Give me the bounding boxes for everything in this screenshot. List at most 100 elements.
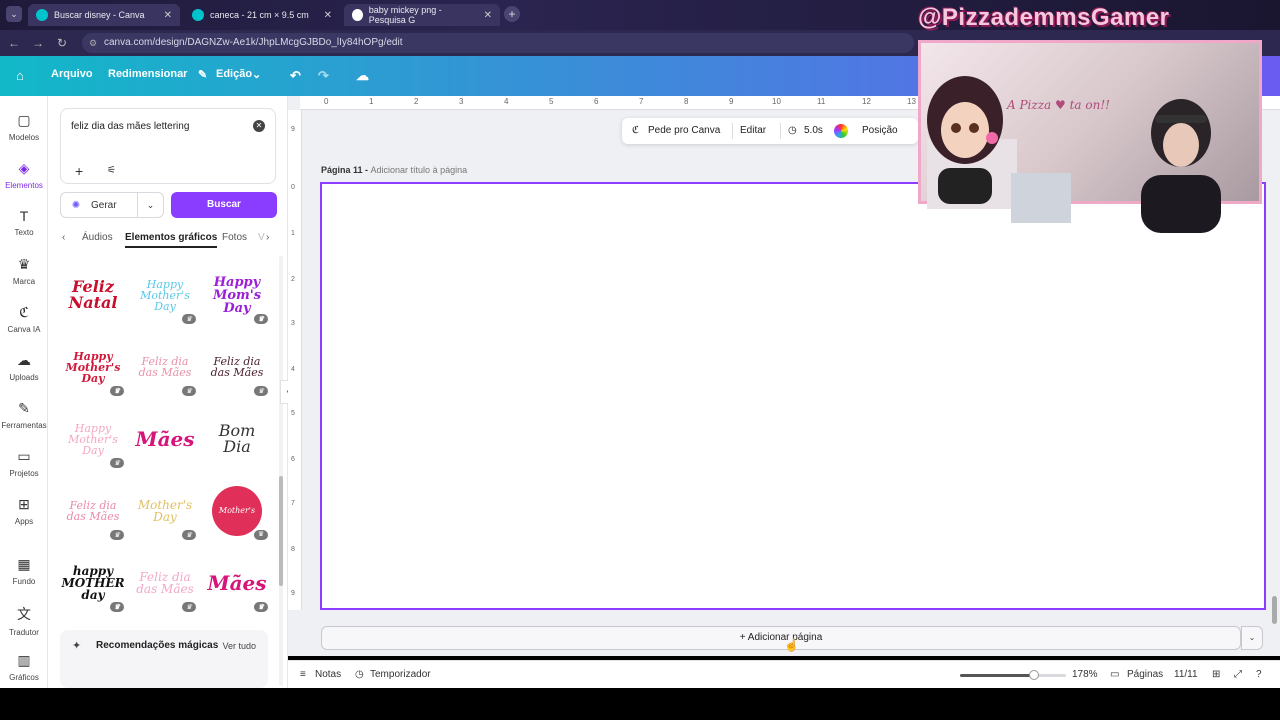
edit-mode-menu[interactable]: Edição xyxy=(216,68,252,80)
site-info-icon[interactable]: ⚙ xyxy=(89,33,97,53)
graphic-item[interactable]: Mães xyxy=(132,408,198,470)
forward-icon[interactable]: → xyxy=(28,36,48,50)
search-box[interactable]: feliz dia das mães lettering ✕ + ⚟ xyxy=(60,108,276,184)
graphic-item[interactable]: Mães ♛ xyxy=(204,552,270,614)
graphic-item[interactable]: Mother's Day ♛ xyxy=(132,480,198,542)
folder-icon: ▭ xyxy=(17,448,31,464)
rail-label: Modelos xyxy=(8,133,40,142)
back-icon[interactable]: ← xyxy=(4,36,24,50)
rail-item-texto[interactable]: T Texto xyxy=(0,208,48,237)
rail-item-ferramentas[interactable]: ✎ Ferramentas xyxy=(0,400,48,430)
add-icon[interactable]: + xyxy=(75,163,83,179)
help-icon[interactable]: ? xyxy=(1256,669,1262,680)
graphic-item[interactable]: happy MOTHER day ♛ xyxy=(60,552,126,614)
elements-icon: ◈ xyxy=(18,160,30,176)
tab-more[interactable]: V xyxy=(258,232,265,243)
graphic-item[interactable]: Mother's Day ♛ xyxy=(204,480,270,565)
chevron-down-icon[interactable]: ⌄ xyxy=(137,193,163,217)
premium-crown-icon: ♛ xyxy=(254,530,268,540)
browser-tab-google[interactable]: baby mickey png - Pesquisa G ✕ xyxy=(344,4,500,26)
design-page[interactable] xyxy=(320,182,1266,610)
search-button[interactable]: Buscar xyxy=(171,192,277,218)
notes-button[interactable]: Notas xyxy=(315,669,341,680)
scrollbar-thumb[interactable] xyxy=(279,476,283,586)
search-input[interactable]: feliz dia das mães lettering xyxy=(71,121,189,132)
graphic-item[interactable]: Feliz dia das Mães ♛ xyxy=(60,480,126,542)
chevron-down-icon[interactable]: ⌄ xyxy=(252,68,261,81)
generate-button[interactable]: ✺ Gerar ⌄ xyxy=(60,192,164,218)
duration-button[interactable]: 5.0s xyxy=(804,125,823,136)
clear-search-icon[interactable]: ✕ xyxy=(253,120,265,132)
rail-item-canva-ia[interactable]: ℭ Canva IA xyxy=(0,304,48,334)
reload-icon[interactable]: ↻ xyxy=(52,36,72,50)
resize-menu[interactable]: Redimensionar xyxy=(108,68,187,80)
graphic-item[interactable]: Happy Mother's Day ♛ xyxy=(60,336,126,398)
position-button[interactable]: Posição xyxy=(862,125,898,136)
close-tab-icon[interactable]: ✕ xyxy=(164,10,172,21)
chevron-left-icon[interactable]: ‹ xyxy=(62,232,65,243)
filter-icon[interactable]: ⚟ xyxy=(107,165,116,176)
close-tab-icon[interactable]: ✕ xyxy=(484,10,492,21)
new-tab-button[interactable]: + xyxy=(504,6,520,22)
chevron-right-icon[interactable]: › xyxy=(266,232,269,243)
premium-crown-icon: ♛ xyxy=(110,386,124,396)
premium-crown-icon: ♛ xyxy=(254,314,268,324)
graphic-item[interactable]: Bom Dia xyxy=(204,408,270,470)
page-count: 11/11 xyxy=(1174,669,1198,680)
sparkle-icon: ✦ xyxy=(72,640,82,652)
graphic-item[interactable]: Feliz Natal xyxy=(60,264,126,326)
rail-item-projetos[interactable]: ▭ Projetos xyxy=(0,448,48,478)
tab-elementos-graficos[interactable]: Elementos gráficos xyxy=(125,232,218,248)
generate-label: Gerar xyxy=(91,199,117,211)
rail-item-tradutor[interactable]: 文 Tradutor xyxy=(0,604,48,637)
graphic-item[interactable]: Feliz dia das Mães ♛ xyxy=(132,336,198,398)
edit-button[interactable]: Editar xyxy=(740,125,766,136)
timer-button[interactable]: Temporizador xyxy=(370,669,431,680)
rail-label: Projetos xyxy=(9,469,39,478)
zoom-slider-knob[interactable] xyxy=(1029,670,1040,680)
pencil-icon: ✎ xyxy=(198,69,208,81)
rail-item-apps[interactable]: ⊞ Apps xyxy=(0,496,48,526)
grid-view-icon[interactable]: ⊞ xyxy=(1212,669,1220,680)
home-icon[interactable]: ⌂ xyxy=(16,68,24,83)
add-page-button[interactable]: + Adicionar página xyxy=(321,626,1241,650)
graphic-item[interactable]: Happy Mother's Day ♛ xyxy=(132,264,198,326)
rail-item-modelos[interactable]: ▢ Modelos xyxy=(0,112,48,142)
scrollbar-thumb[interactable] xyxy=(1272,596,1277,624)
rail-item-graficos[interactable]: ▥ Gráficos xyxy=(0,652,48,682)
ask-canva-button[interactable]: Pede pro Canva xyxy=(648,125,720,136)
zoom-level[interactable]: 178% xyxy=(1072,669,1098,680)
panel-scrollbar[interactable] xyxy=(279,256,283,686)
background-icon: ▦ xyxy=(17,556,31,572)
zoom-slider[interactable] xyxy=(960,670,1066,680)
see-all-link[interactable]: Ver tudo xyxy=(222,641,256,651)
tab-menu-icon[interactable]: ⌄ xyxy=(6,6,22,22)
rail-item-uploads[interactable]: ☁ Uploads xyxy=(0,352,48,382)
tab-audios[interactable]: Áudios xyxy=(82,232,113,243)
rail-label: Marca xyxy=(12,277,36,286)
graphic-item[interactable]: Happy Mother's Day ♛ xyxy=(60,408,126,470)
fullscreen-icon[interactable]: ⤢ xyxy=(1234,669,1242,680)
cloud-saved-icon[interactable]: ☁ xyxy=(356,68,369,84)
undo-icon[interactable]: ↶ xyxy=(290,68,301,84)
page-title-input[interactable]: Adicionar título à página xyxy=(371,165,468,175)
browser-tab-canva-search[interactable]: Buscar disney - Canva ✕ xyxy=(28,4,180,26)
browser-tab-caneca[interactable]: caneca - 21 cm × 9.5 cm ✕ xyxy=(184,4,340,26)
rail-item-elementos[interactable]: ◈ Elementos xyxy=(0,160,48,190)
rail-item-marca[interactable]: ♛ Marca xyxy=(0,256,48,286)
rail-item-fundo[interactable]: ▦ Fundo xyxy=(0,556,48,586)
close-tab-icon[interactable]: ✕ xyxy=(324,10,332,21)
upload-icon: ☁ xyxy=(17,352,31,368)
canvas-scrollbar[interactable] xyxy=(1272,110,1278,656)
pages-button[interactable]: Páginas xyxy=(1127,669,1163,680)
magic-recommendations: ✦ Recomendações mágicas Ver tudo xyxy=(60,630,268,688)
graphic-item[interactable]: Happy Mom's Day ♛ xyxy=(204,264,270,326)
graphic-item[interactable]: Feliz dia das Mães ♛ xyxy=(132,552,198,614)
graphic-item[interactable]: Feliz dia das Mães ♛ xyxy=(204,336,270,398)
chevron-down-icon[interactable]: ⌄ xyxy=(1241,626,1263,650)
redo-icon[interactable]: ↷ xyxy=(318,68,329,84)
file-menu[interactable]: Arquivo xyxy=(51,68,93,80)
tab-fotos[interactable]: Fotos xyxy=(222,232,247,243)
color-wheel-icon[interactable] xyxy=(834,124,848,138)
url-field[interactable]: ⚙ canva.com/design/DAGNZw-Ae1k/JhpLMcgGJ… xyxy=(82,33,914,53)
